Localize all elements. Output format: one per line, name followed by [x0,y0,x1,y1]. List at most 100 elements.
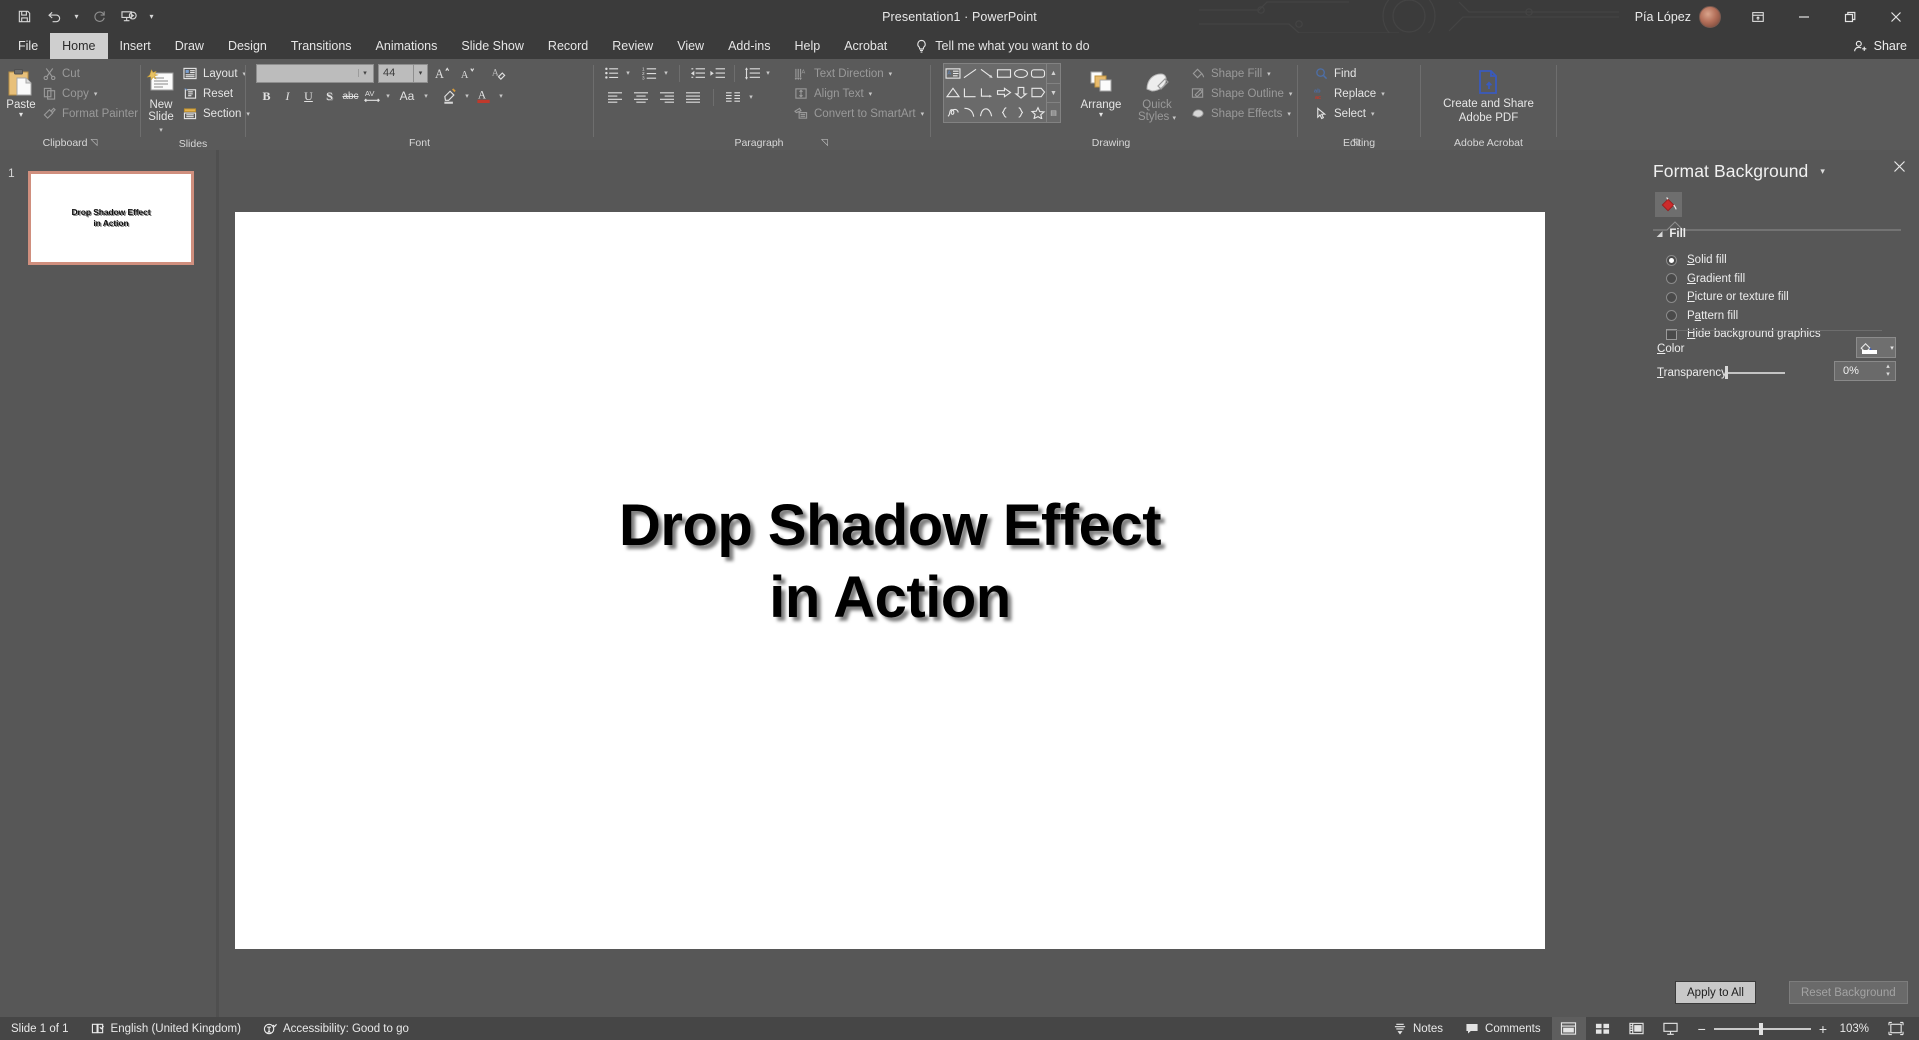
create-share-pdf-label-2[interactable]: Adobe PDF [1459,111,1518,125]
create-share-pdf-label-1[interactable]: Create and Share [1443,97,1534,111]
reading-view-button[interactable] [1620,1017,1654,1040]
zoom-control[interactable]: − + 103% [1688,1021,1879,1037]
tab-help[interactable]: Help [782,33,832,59]
columns-caret[interactable]: ▾ [745,93,757,101]
clipboard-dialog-launcher[interactable]: ◹ [91,137,98,148]
change-case-button[interactable]: Aa [394,86,420,106]
zoom-level[interactable]: 103% [1835,1023,1869,1035]
shape-effects-button[interactable]: Shape Effects ▾ [1187,104,1295,123]
tab-acrobat[interactable]: Acrobat [832,33,899,59]
shape-outline-caret[interactable]: ▾ [1289,90,1293,98]
radio-picture-or-texture-fill[interactable] [1666,292,1677,303]
accessibility-status[interactable]: Accessibility: Good to go [252,1017,420,1040]
columns-button[interactable] [721,87,745,107]
color-caret[interactable]: ▾ [1890,344,1894,352]
select-button[interactable]: Select ▾ [1310,104,1388,123]
increase-indent-button[interactable] [707,63,727,83]
tab-slide-show[interactable]: Slide Show [449,33,536,59]
character-spacing-button[interactable]: AV [361,86,382,106]
tab-add-ins[interactable]: Add-ins [716,33,782,59]
slide-thumbnail-wrapper[interactable]: Drop Shadow Effect in Action [28,171,194,265]
tell-me-search[interactable]: Tell me what you want to do [899,33,1089,59]
copy-caret[interactable]: ▾ [94,90,98,98]
tab-file[interactable]: File [6,33,50,59]
color-picker-button[interactable]: ▾ [1856,337,1896,358]
normal-view-button[interactable] [1552,1017,1586,1040]
align-center-button[interactable] [628,87,654,107]
section-button[interactable]: Section ▾ [179,104,253,123]
language-status[interactable]: English (United Kingdom) [80,1017,252,1040]
minimize-button[interactable] [1781,0,1827,33]
clear-formatting-button[interactable]: A [488,63,509,83]
font-name-input[interactable]: ▾ [256,64,374,83]
tab-design[interactable]: Design [216,33,279,59]
bullets-button[interactable] [602,63,622,83]
shapes-gallery-scrollbar[interactable]: ▲ ▼ ▤ [1047,63,1061,123]
transparency-slider-thumb[interactable] [1725,366,1728,379]
radio-gradient-fill[interactable] [1666,273,1677,284]
ribbon-tabs[interactable]: File Home Insert Draw Design Transitions… [0,33,1919,59]
slide-show-view-button[interactable] [1654,1017,1688,1040]
font-size-input[interactable]: 44 [378,64,414,83]
slide-sorter-view-button[interactable] [1586,1017,1620,1040]
font-color-button[interactable]: A [473,86,495,106]
radio-solid-fill[interactable] [1666,255,1677,266]
shapes-scroll-up-icon[interactable]: ▲ [1047,64,1060,84]
align-text-caret[interactable]: ▾ [869,90,873,98]
shapes-scroll-down-icon[interactable]: ▼ [1047,84,1060,104]
tab-review[interactable]: Review [600,33,665,59]
increase-font-size-button[interactable]: A [432,63,453,83]
option-pattern-fill[interactable]: Pattern fill [1666,307,1906,326]
reset-button[interactable]: Reset [179,84,253,103]
new-slide-button[interactable]: New Slide ▾ [146,63,176,137]
layout-button[interactable]: Layout ▾ [179,64,253,83]
option-picture-or-texture-fill[interactable]: Picture or texture fill [1666,288,1906,307]
tab-transitions[interactable]: Transitions [279,33,364,59]
tab-record[interactable]: Record [536,33,600,59]
numbering-caret[interactable]: ▾ [660,69,672,77]
paste-button[interactable]: Paste ▾ [6,63,36,119]
line-spacing-caret[interactable]: ▾ [762,69,774,77]
transparency-slider-track[interactable] [1727,372,1785,374]
justify-button[interactable] [680,87,706,107]
tab-insert[interactable]: Insert [108,33,163,59]
underline-button[interactable]: U [298,86,319,106]
text-shadow-button[interactable]: S [319,86,340,106]
transparency-spinner-arrows[interactable]: ▴▾ [1881,362,1895,380]
zoom-in-button[interactable]: + [1819,1021,1827,1037]
slide-thumbnail-1[interactable]: Drop Shadow Effect in Action [28,171,194,265]
option-gradient-fill[interactable]: Gradient fill [1666,270,1906,289]
character-spacing-caret[interactable]: ▾ [382,92,394,100]
pane-options-caret[interactable]: ▾ [1820,166,1825,177]
align-text-button[interactable]: Align Text ▾ [790,84,927,103]
shape-outline-button[interactable]: Shape Outline ▾ [1187,84,1295,103]
replace-button[interactable]: abac Replace ▾ [1310,84,1388,103]
font-size-caret[interactable]: ▾ [414,64,428,83]
avatar[interactable] [1699,6,1721,28]
italic-button[interactable]: I [277,86,298,106]
quick-styles-button[interactable]: Quick Styles ▾ [1131,63,1183,125]
pane-close-icon[interactable] [1893,160,1906,173]
zoom-slider-track[interactable] [1714,1028,1811,1030]
line-spacing-button[interactable] [742,63,762,83]
align-left-button[interactable] [602,87,628,107]
font-color-caret[interactable]: ▾ [495,92,507,100]
slides-thumbnail-panel[interactable]: 1 Drop Shadow Effect in Action [0,150,216,1023]
text-highlight-caret[interactable]: ▾ [461,92,473,100]
shape-effects-caret[interactable]: ▾ [1287,110,1291,118]
slide-editing-surface[interactable]: Drop Shadow Effect in Action [235,212,1545,949]
copy-button[interactable]: Copy ▾ [38,84,141,103]
arrange-button[interactable]: Arrange ▾ [1075,63,1127,125]
arrange-caret[interactable]: ▾ [1099,111,1103,119]
zoom-slider-knob[interactable] [1759,1023,1763,1035]
comments-button[interactable]: Comments [1454,1017,1552,1040]
bullets-caret[interactable]: ▾ [622,69,634,77]
format-painter-button[interactable]: Format Painter [38,104,141,123]
tab-home[interactable]: Home [50,33,107,59]
convert-to-smartart-button[interactable]: Convert to SmartArt ▾ [790,104,927,123]
select-caret[interactable]: ▾ [1371,110,1375,118]
radio-pattern-fill[interactable] [1666,310,1677,321]
close-button[interactable] [1873,0,1919,33]
notes-button[interactable]: Notes [1382,1017,1454,1040]
shape-fill-caret[interactable]: ▾ [1267,70,1271,78]
